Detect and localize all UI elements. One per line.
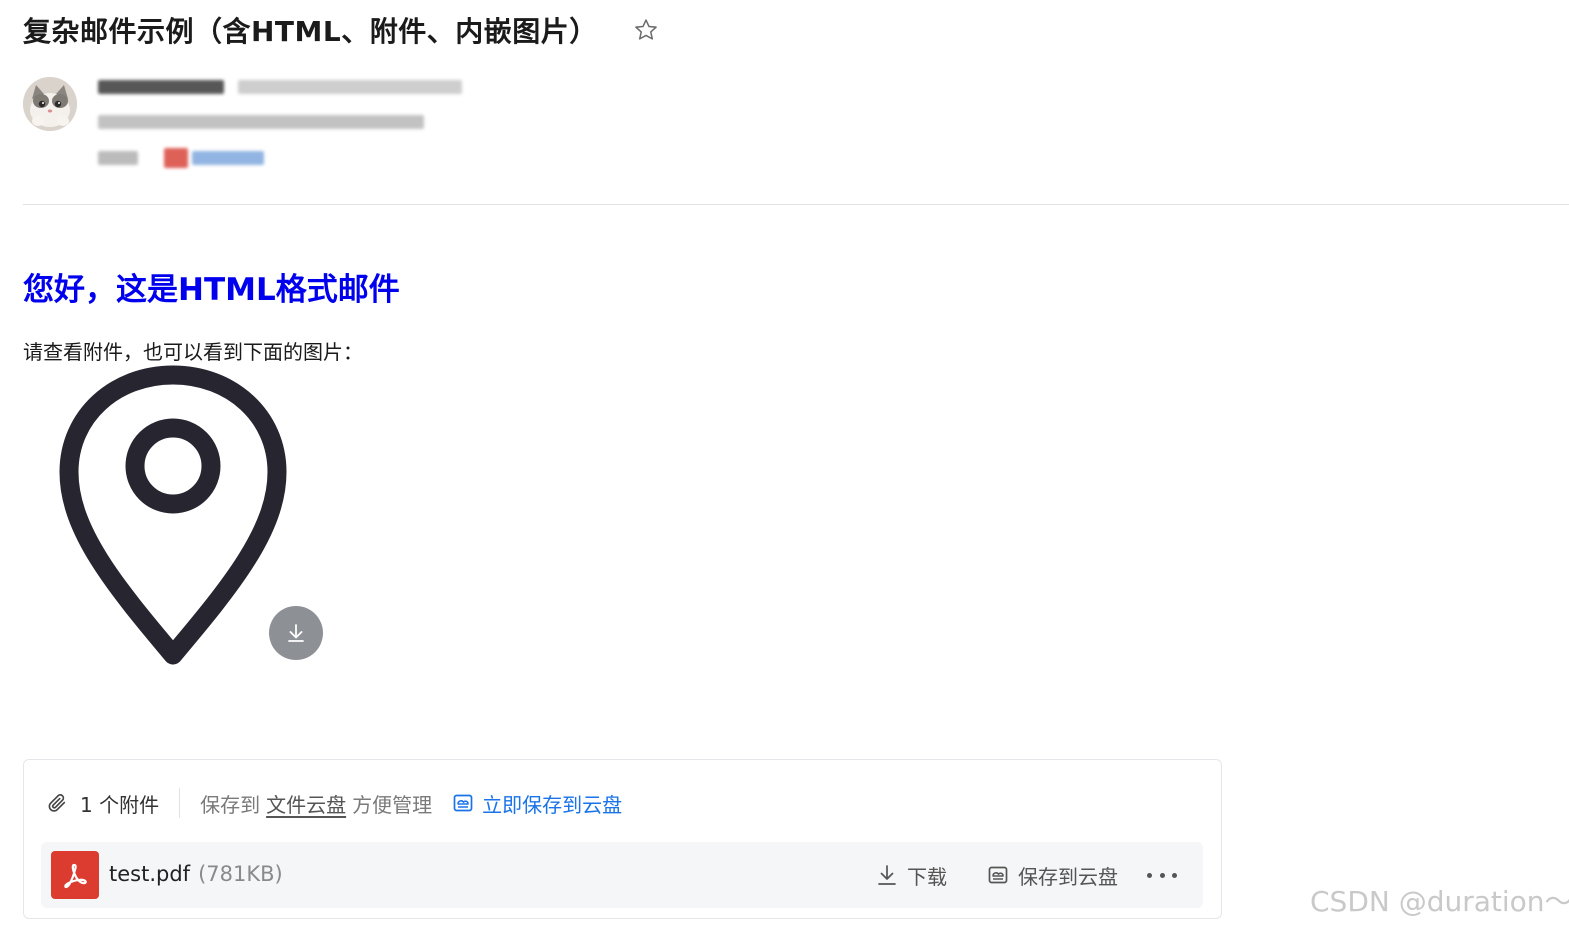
header-divider (23, 204, 1569, 205)
cloud-drive-icon (988, 866, 1008, 884)
sender-email-redacted (238, 80, 462, 94)
star-button[interactable] (632, 16, 660, 44)
csdn-watermark: CSDN @duration～ (1310, 885, 1569, 918)
paperclip-icon (48, 794, 66, 812)
sent-time-redacted (98, 115, 424, 129)
save-all-label: 立即保存到云盘 (482, 792, 623, 817)
download-icon (878, 865, 896, 885)
attachment-count: 1 个附件 (80, 792, 160, 817)
sender-avatar[interactable] (23, 77, 77, 131)
email-reader: 复杂邮件示例（含HTML、附件、内嵌图片） 您好，这是HTML格式邮件 请查看附… (0, 0, 1569, 926)
download-label: 下载 (907, 864, 947, 889)
header-separator (179, 788, 181, 818)
acrobat-icon (64, 863, 87, 889)
recipient-label-redacted (98, 151, 138, 165)
cloud-drive-icon (453, 794, 473, 812)
save-suffix-text: 方便管理 (352, 792, 433, 817)
more-options-button[interactable] (1147, 862, 1177, 888)
attachment-panel: 1 个附件 保存到 文件云盘 方便管理 立即保存到云盘 test.pdf (78… (23, 759, 1222, 919)
file-cloud-link[interactable]: 文件云盘 (266, 789, 346, 818)
attachment-filename: test.pdf (109, 862, 191, 886)
more-dot (1172, 872, 1177, 878)
download-icon (288, 624, 304, 642)
save-all-to-cloud-button[interactable]: 立即保存到云盘 (452, 789, 622, 818)
sender-line (98, 78, 462, 96)
attachment-item[interactable]: test.pdf (781KB) 下载 保存到云盘 (41, 842, 1203, 908)
inline-image[interactable] (45, 360, 300, 670)
download-button[interactable]: 下载 (876, 861, 947, 889)
save-to-cloud-button[interactable]: 保存到云盘 (987, 861, 1118, 889)
attachment-name[interactable]: test.pdf (781KB) (109, 862, 283, 886)
image-download-button[interactable] (269, 606, 323, 660)
more-dot (1147, 872, 1152, 878)
time-line (98, 113, 424, 131)
recipient-line (98, 148, 264, 168)
pdf-file-icon (51, 851, 99, 899)
recipient-avatar-redacted (164, 148, 188, 168)
body-heading: 您好，这是HTML格式邮件 (23, 272, 400, 308)
cat-avatar-icon (23, 77, 77, 131)
subject-row: 复杂邮件示例（含HTML、附件、内嵌图片） (23, 8, 660, 52)
sender-name-redacted[interactable] (98, 80, 224, 94)
attachment-size: (781KB) (198, 862, 283, 886)
location-pin-icon (59, 365, 287, 665)
recipient-name-redacted[interactable] (192, 151, 264, 165)
email-subject: 复杂邮件示例（含HTML、附件、内嵌图片） (23, 15, 598, 48)
attachment-header: 1 个附件 保存到 文件云盘 方便管理 立即保存到云盘 (46, 788, 622, 818)
star-icon (634, 19, 657, 40)
save-to-cloud-label: 保存到云盘 (1018, 864, 1118, 889)
save-prefix-text: 保存到 (200, 792, 261, 817)
more-dot (1159, 872, 1165, 878)
